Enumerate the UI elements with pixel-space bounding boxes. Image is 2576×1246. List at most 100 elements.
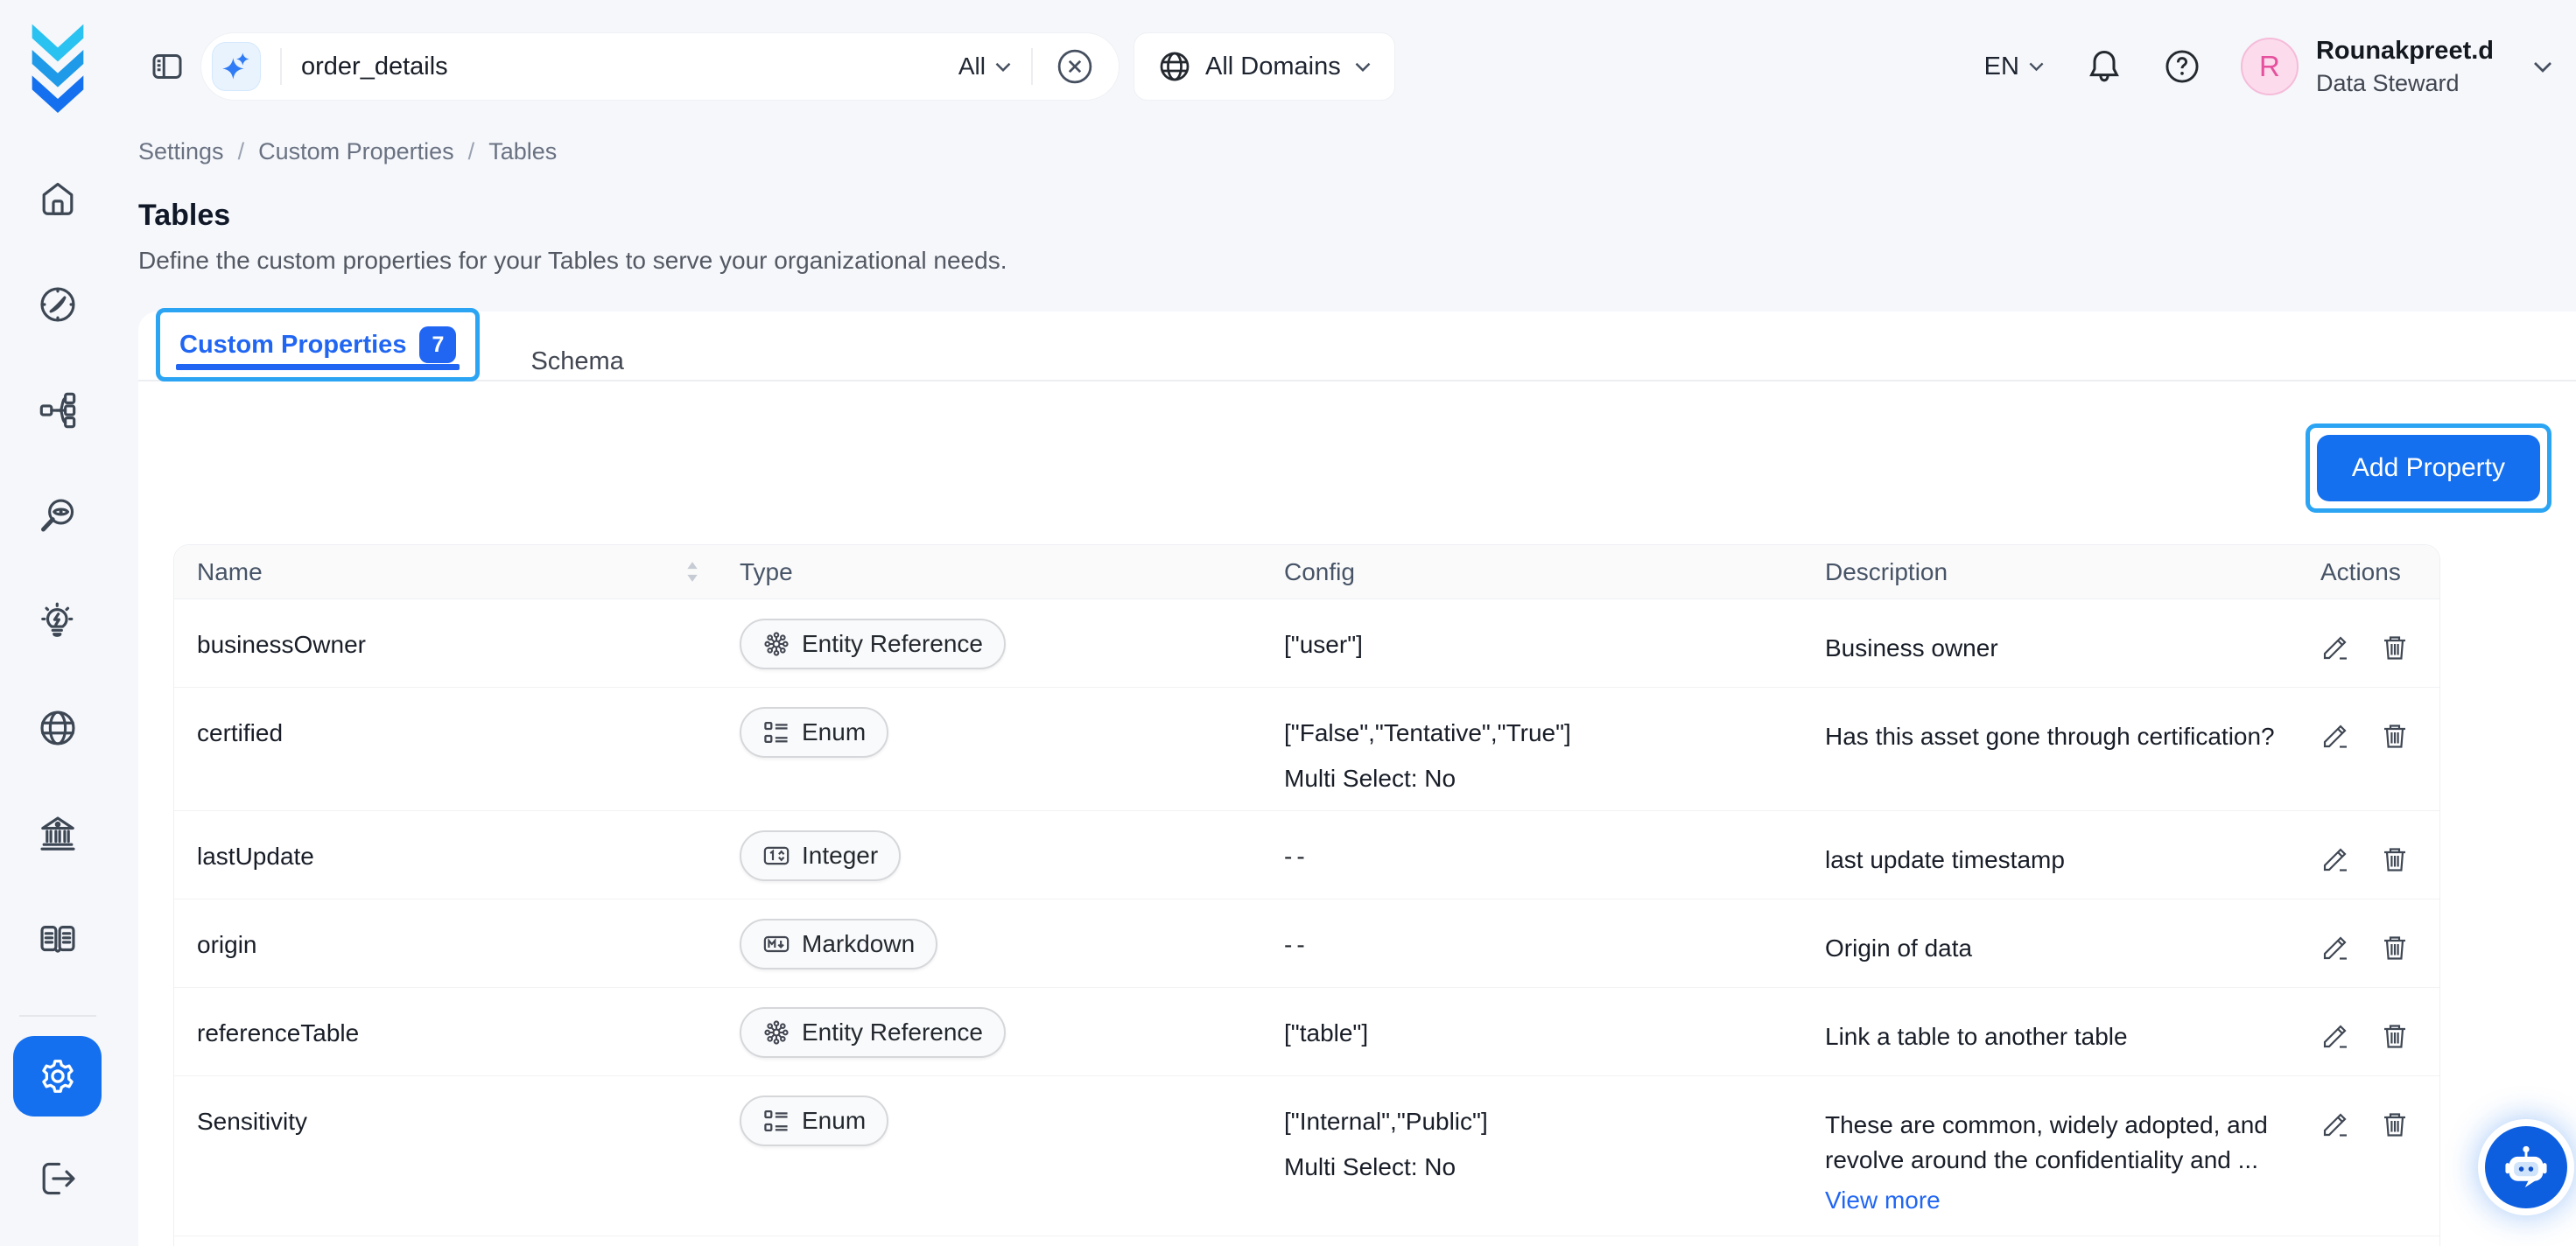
table-header: Name Type Config Description Actions xyxy=(174,545,2439,599)
annotation-highlight-box: Custom Properties 7 xyxy=(156,308,480,382)
lineage-icon xyxy=(38,390,78,430)
sidebar-divider xyxy=(19,1015,96,1017)
table-row: businessOwner Entity Reference ["user"] … xyxy=(174,599,2439,688)
sidebar-item-logout[interactable] xyxy=(13,1125,102,1231)
config-line: ["user"] xyxy=(1284,631,1825,659)
edit-icon[interactable] xyxy=(2320,633,2350,662)
view-more-link[interactable]: View more xyxy=(1825,1183,1941,1218)
property-description: Link a table to another table xyxy=(1825,1007,2320,1058)
property-name: referenceTable xyxy=(197,1007,740,1058)
search-query-text: order_details xyxy=(301,52,958,81)
property-config: -- xyxy=(1284,830,1825,881)
row-actions xyxy=(2320,830,2439,881)
sidebar xyxy=(0,0,115,1246)
avatar: R xyxy=(2241,38,2299,95)
tab-bar: Custom Properties 7 Schema xyxy=(138,312,2576,382)
sidebar-item-insights[interactable] xyxy=(13,569,102,675)
edit-icon[interactable] xyxy=(2320,1110,2350,1139)
property-name: lastUpdate xyxy=(197,830,740,881)
chevron-down-icon xyxy=(2532,60,2553,74)
global-search-input[interactable]: order_details All xyxy=(200,32,1120,101)
search-scope-dropdown[interactable]: All xyxy=(958,52,1012,80)
divider xyxy=(1031,48,1033,85)
sidebar-item-lineage[interactable] xyxy=(13,357,102,463)
glossary-icon xyxy=(38,920,78,960)
sidebar-item-home[interactable] xyxy=(13,145,102,251)
govern-icon xyxy=(38,814,78,854)
config-line: ["Internal","Public"] xyxy=(1284,1108,1825,1136)
tab-label: Schema xyxy=(530,347,623,376)
row-actions xyxy=(2320,619,2439,669)
property-description: Has this asset gone through certificatio… xyxy=(1825,707,2320,793)
property-name: businessOwner xyxy=(197,619,740,669)
chevron-down-icon xyxy=(2028,61,2045,72)
sidebar-item-observability[interactable] xyxy=(13,463,102,569)
notifications-bell-icon[interactable] xyxy=(2085,47,2123,86)
compass-icon xyxy=(38,284,78,325)
sort-icon[interactable] xyxy=(685,561,699,583)
property-description: last update timestamp xyxy=(1825,830,2320,881)
robot-icon xyxy=(2501,1142,2551,1193)
entity-reference-icon xyxy=(762,630,790,658)
clear-search-icon[interactable] xyxy=(1056,47,1094,86)
delete-icon[interactable] xyxy=(2380,844,2410,874)
sidebar-item-glossary[interactable] xyxy=(13,886,102,992)
page-title: Tables xyxy=(138,199,2576,233)
sidebar-item-govern[interactable] xyxy=(13,780,102,886)
property-config: -- xyxy=(1284,919,1825,970)
domains-label: All Domains xyxy=(1205,52,1341,81)
table-row: tableType Table Columns: Testing xyxy=(174,1236,2439,1246)
breadcrumb-settings[interactable]: Settings xyxy=(138,138,224,165)
edit-icon[interactable] xyxy=(2320,721,2350,751)
column-header-actions: Actions xyxy=(2320,558,2439,586)
edit-icon[interactable] xyxy=(2320,933,2350,962)
observability-icon xyxy=(38,496,78,536)
app-logo-icon[interactable] xyxy=(23,23,93,112)
markdown-icon xyxy=(762,930,790,958)
row-actions xyxy=(2320,1007,2439,1058)
property-name: certified xyxy=(197,707,740,793)
annotation-highlight-box: Add Property xyxy=(2306,424,2551,513)
edit-icon[interactable] xyxy=(2320,844,2350,874)
language-dropdown[interactable]: EN xyxy=(1984,52,2045,81)
domains-dropdown[interactable]: All Domains xyxy=(1134,32,1395,101)
delete-icon[interactable] xyxy=(2380,721,2410,751)
property-config: ["False","Tentative","True"]Multi Select… xyxy=(1284,707,1825,793)
sidebar-item-explore[interactable] xyxy=(13,251,102,357)
column-header-name[interactable]: Name xyxy=(197,558,263,586)
property-description: Business owner xyxy=(1825,619,2320,669)
sidebar-toggle-icon[interactable] xyxy=(148,47,186,86)
property-config: ["user"] xyxy=(1284,619,1825,669)
property-description: Origin of data xyxy=(1825,919,2320,970)
chevron-down-icon xyxy=(1354,61,1372,73)
edit-icon[interactable] xyxy=(2320,1021,2350,1051)
tab-schema[interactable]: Schema xyxy=(515,347,639,380)
tab-custom-properties[interactable]: Custom Properties 7 xyxy=(164,312,472,377)
delete-icon[interactable] xyxy=(2380,1110,2410,1139)
breadcrumb-separator: / xyxy=(238,138,245,165)
help-icon[interactable] xyxy=(2164,48,2200,85)
config-line: -- xyxy=(1284,843,1825,871)
property-config: ["table"] xyxy=(1284,1007,1825,1058)
user-menu[interactable]: R Rounakpreet.d Data Steward xyxy=(2241,37,2553,97)
property-config: ["Internal","Public"]Multi Select: No xyxy=(1284,1096,1825,1218)
divider xyxy=(280,48,282,85)
chat-bot-button[interactable] xyxy=(2485,1126,2567,1208)
delete-icon[interactable] xyxy=(2380,1021,2410,1051)
config-line: ["table"] xyxy=(1284,1019,1825,1047)
sidebar-item-domains[interactable] xyxy=(13,675,102,780)
language-label: EN xyxy=(1984,52,2019,81)
main-content: Settings / Custom Properties / Tables Ta… xyxy=(115,133,2576,1246)
delete-icon[interactable] xyxy=(2380,933,2410,962)
config-line: ["False","Tentative","True"] xyxy=(1284,719,1825,747)
delete-icon[interactable] xyxy=(2380,633,2410,662)
table-row: Sensitivity Enum ["Internal","Public"]Mu… xyxy=(174,1076,2439,1236)
row-actions xyxy=(2320,919,2439,970)
insights-icon xyxy=(38,602,78,642)
breadcrumb-custom-properties[interactable]: Custom Properties xyxy=(258,138,454,165)
integer-icon xyxy=(762,842,790,870)
tab-count-badge: 7 xyxy=(419,326,456,363)
sidebar-item-settings[interactable] xyxy=(13,1036,102,1116)
type-chip: Enum xyxy=(740,707,888,758)
add-property-button[interactable]: Add Property xyxy=(2317,435,2540,501)
